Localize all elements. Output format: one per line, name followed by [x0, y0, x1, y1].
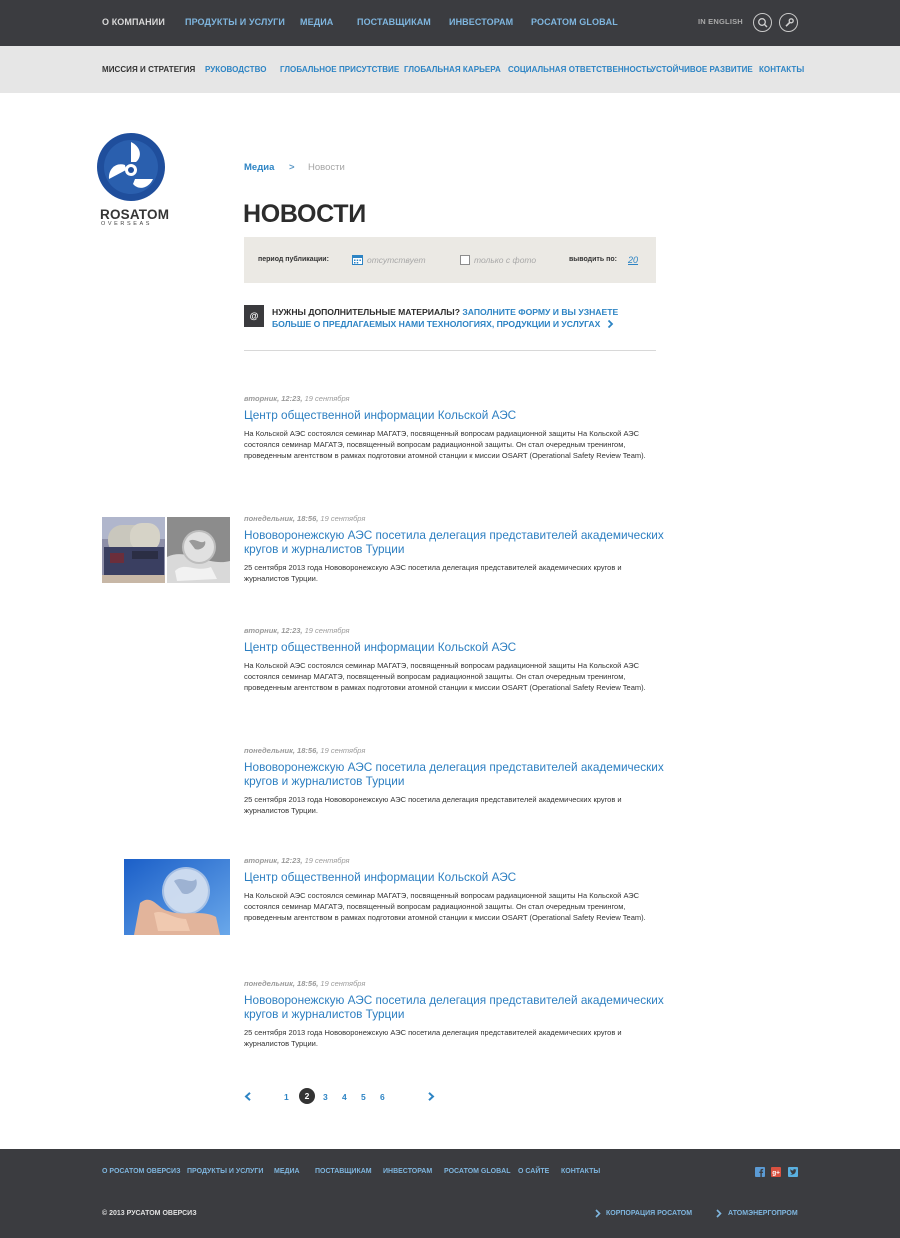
logo-wordmark: ROSATOM [100, 207, 170, 222]
news-item: понедельник, 18:56, 19 сентября Нововоро… [244, 746, 664, 816]
calendar-icon[interactable] [352, 254, 363, 265]
period-value[interactable]: отсутствует [367, 255, 426, 265]
at-sign-icon: @ [244, 305, 264, 327]
news-date: понедельник, 18:56, 19 сентября [244, 746, 366, 755]
chevron-right-icon [595, 1209, 601, 1218]
footer-item-contacts[interactable]: Контакты [561, 1168, 600, 1175]
next-page-arrow-icon[interactable] [427, 1092, 435, 1101]
breadcrumb-media-link[interactable]: Медиа [244, 162, 274, 173]
perpage-label: выводить по: [569, 256, 617, 263]
news-title-link[interactable]: Нововоронежскую АЭС посетила делегация п… [244, 760, 664, 788]
chevron-right-icon[interactable] [607, 319, 614, 329]
sub-nav-item-leadership[interactable]: Руководство [205, 65, 267, 74]
top-nav-item-products[interactable]: Продукты и услуги [185, 17, 285, 27]
top-nav-item-investors[interactable]: Инвесторам [449, 17, 513, 27]
footer-item-media[interactable]: Медиа [274, 1168, 300, 1175]
divider [244, 350, 656, 351]
news-title-link[interactable]: Центр общественной информации Кольской А… [244, 408, 664, 422]
news-summary: 25 сентября 2013 года Нововоронежскую АЭ… [244, 563, 622, 583]
copyright: © 2013 РУСАТОМ ОВЕРСИЗ [102, 1210, 197, 1217]
news-date: вторник, 12:23, 19 сентября [244, 626, 350, 635]
news-date: вторник, 12:23, 19 сентября [244, 856, 350, 865]
top-nav-item-media[interactable]: Медиа [300, 17, 333, 27]
news-item: вторник, 12:23, 19 сентября Центр общест… [244, 626, 664, 693]
news-summary: На Кольской АЭС состоялся семинар МАГАТЭ… [244, 661, 646, 692]
photo-only-label[interactable]: только с фото [474, 255, 536, 265]
period-label: период публикации: [258, 256, 329, 263]
footer-item-suppliers[interactable]: Поставщикам [315, 1168, 372, 1175]
search-icon[interactable] [753, 13, 772, 32]
news-summary: На Кольской АЭС состоялся семинар МАГАТЭ… [244, 429, 646, 460]
chevron-right-icon [716, 1209, 722, 1218]
page-link-current[interactable]: 2 [299, 1088, 315, 1104]
news-date: вторник, 12:23, 19 сентября [244, 394, 350, 403]
news-item: вторник, 12:23, 19 сентября Центр общест… [244, 394, 664, 461]
news-item: понедельник, 18:56, 19 сентября Нововоро… [244, 979, 664, 1049]
footer-link-rosatom[interactable]: Корпорация Росатом [606, 1210, 692, 1217]
sub-navigation: Миссия и стратегия Руководство Глобально… [0, 46, 900, 93]
promo-question: Нужны дополнительные материалы? [272, 307, 460, 317]
news-filter-bar: период публикации: отсутствует только с … [244, 237, 656, 283]
news-summary: 25 сентября 2013 года Нововоронежскую АЭ… [244, 1028, 622, 1048]
footer-item-products[interactable]: Продукты и услуги [187, 1168, 263, 1175]
news-summary: 25 сентября 2013 года Нововоронежскую АЭ… [244, 795, 622, 815]
news-item: вторник, 12:23, 19 сентября Центр общест… [244, 856, 664, 923]
facebook-icon[interactable] [755, 1167, 765, 1177]
page-link-5[interactable]: 5 [361, 1092, 366, 1102]
page-link-6[interactable]: 6 [380, 1092, 385, 1102]
sub-nav-item-career[interactable]: Глобальная карьера [404, 65, 501, 74]
page-link-4[interactable]: 4 [342, 1092, 347, 1102]
promo-request-form: Нужны дополнительные материалы? Заполнит… [272, 306, 652, 330]
top-navigation: О компании Продукты и услуги Медиа Поста… [0, 0, 900, 46]
news-title-link[interactable]: Центр общественной информации Кольской А… [244, 870, 664, 884]
top-nav-item-company[interactable]: О компании [102, 17, 165, 27]
footer-link-atomenergoprom[interactable]: Атомэнергопром [728, 1210, 798, 1217]
prev-page-arrow-icon[interactable] [244, 1092, 252, 1101]
news-title-link[interactable]: Нововоронежскую АЭС посетила делегация п… [244, 528, 664, 556]
news-title-link[interactable]: Центр общественной информации Кольской А… [244, 640, 664, 654]
news-summary: На Кольской АЭС состоялся семинар МАГАТЭ… [244, 891, 646, 922]
footer: О Росатом Оверсиз Продукты и услуги Меди… [0, 1149, 900, 1238]
wrench-icon[interactable] [779, 13, 798, 32]
news-title-link[interactable]: Нововоронежскую АЭС посетила делегация п… [244, 993, 664, 1021]
sub-nav-item-presence[interactable]: Глобальное присутствие [280, 65, 399, 74]
language-switch[interactable]: IN ENGLISH [698, 17, 743, 26]
logo-subtitle: OVERSEAS [101, 221, 153, 227]
news-photo-globe-in-hand[interactable] [124, 859, 230, 935]
footer-item-about-site[interactable]: О сайте [518, 1168, 549, 1175]
footer-item-about[interactable]: О Росатом Оверсиз [102, 1168, 180, 1175]
breadcrumb-separator: > [289, 162, 295, 173]
breadcrumb-current: Новости [308, 162, 345, 173]
photo-only-checkbox[interactable] [460, 255, 470, 265]
sub-nav-item-mission[interactable]: Миссия и стратегия [102, 65, 195, 74]
sub-nav-item-sustainable[interactable]: Устойчивое развитие [651, 65, 753, 74]
top-nav-item-suppliers[interactable]: Поставщикам [357, 17, 431, 27]
svg-text:g+: g+ [772, 1170, 780, 1177]
page-link-1[interactable]: 1 [284, 1092, 289, 1102]
perpage-value[interactable]: 20 [628, 255, 638, 265]
news-photo-glass-globe[interactable] [167, 517, 230, 583]
news-date: понедельник, 18:56, 19 сентября [244, 979, 366, 988]
news-item: понедельник, 18:56, 19 сентября Нововоро… [244, 514, 664, 584]
page-link-3[interactable]: 3 [323, 1092, 328, 1102]
google-plus-icon[interactable]: g+ [771, 1167, 781, 1177]
page-title: НОВОСТИ [243, 200, 366, 228]
news-date: понедельник, 18:56, 19 сентября [244, 514, 366, 523]
top-nav-item-global[interactable]: Росатом Global [531, 17, 618, 27]
footer-item-global[interactable]: Росатом Global [444, 1168, 510, 1175]
footer-item-investors[interactable]: Инвесторам [383, 1168, 432, 1175]
sub-nav-item-social[interactable]: Социальная ответственность [508, 65, 652, 74]
sub-nav-item-contacts[interactable]: Контакты [759, 65, 804, 74]
news-photo-rail-cars[interactable] [102, 517, 165, 583]
twitter-icon[interactable] [788, 1167, 798, 1177]
